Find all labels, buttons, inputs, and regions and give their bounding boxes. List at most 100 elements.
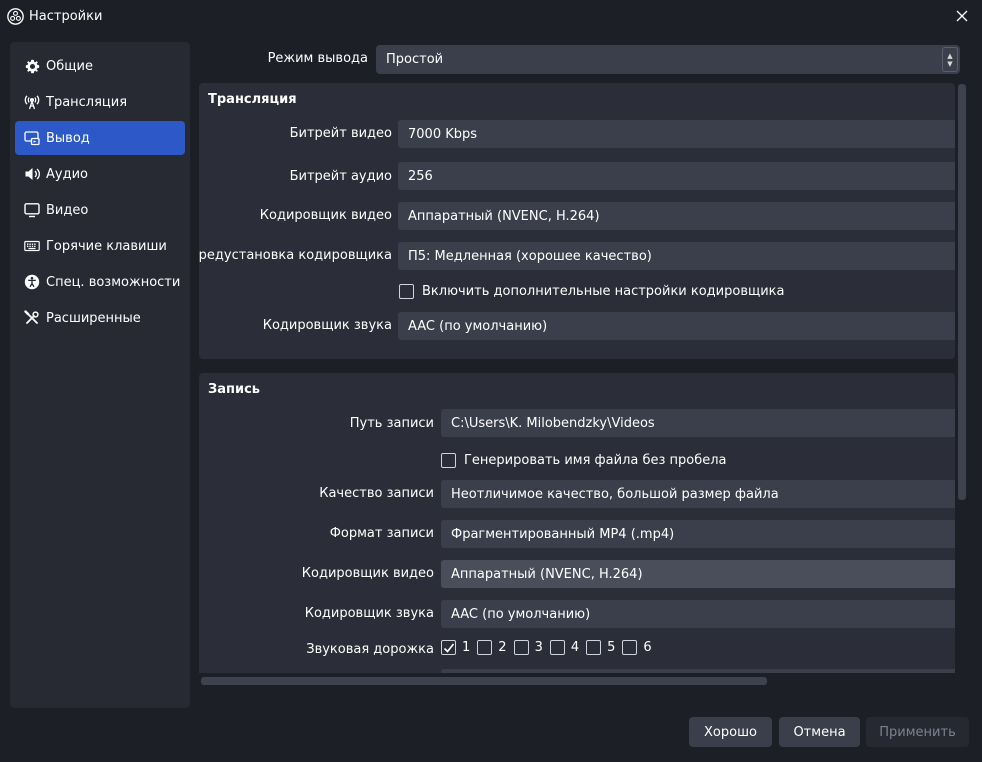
vertical-scrollbar-thumb[interactable] [958,84,966,500]
output-mode-select[interactable]: Простой ▲ ▼ [376,45,960,74]
checkbox-box[interactable] [399,284,414,299]
sidebar-item-label: Спец. возможности [46,274,181,290]
close-button[interactable] [952,6,972,26]
no-space-filename-checkbox[interactable]: Генерировать имя файла без пробела [441,453,727,468]
speaker-icon [24,166,40,182]
settings-sidebar: Общие Трансляция Вывод Аудио Видео Горяч… [10,42,190,708]
spin-arrows-icon: ▲ ▼ [942,47,958,72]
audio-encoder-value: AAC (по умолчанию) [408,318,548,334]
checkbox-box[interactable] [441,453,456,468]
recording-group: Запись Путь записи C:\Users\K. Milobendz… [199,373,955,673]
encoder-preset-label: Предустановка кодировщика [199,248,392,263]
audio-bitrate-value: 256 [408,168,433,184]
checkmark-icon [443,643,454,653]
recording-quality-select[interactable]: Неотличимое качество, большой размер фай… [441,480,955,508]
audio-track-5[interactable]: 5 [586,640,615,655]
antenna-icon [24,94,40,110]
sidebar-item-label: Горячие клавиши [46,238,167,254]
sidebar-item-output[interactable]: Вывод [15,121,185,155]
audio-track-6[interactable]: 6 [622,640,652,655]
recording-group-title: Запись [208,382,261,397]
recording-format-value: Фрагментированный MP4 (.mp4) [451,526,675,542]
horizontal-scrollbar-thumb[interactable] [201,677,767,685]
audio-track-checkboxes: 1 2 3 4 5 6 [441,640,659,655]
apply-button[interactable]: Применить [866,717,969,747]
sidebar-item-label: Видео [46,202,89,218]
checkbox-box[interactable] [477,640,493,655]
recording-audio-encoder-select[interactable]: AAC (по умолчанию) [441,600,955,628]
sidebar-item-label: Аудио [46,166,88,182]
audio-encoder-label: Кодировщик звука [262,318,392,333]
audio-track-1[interactable]: 1 [441,640,470,655]
keyboard-icon [24,238,40,254]
audio-track-number: 3 [534,640,543,655]
audio-track-2[interactable]: 2 [477,640,507,655]
title-bar: Настройки [0,0,982,32]
video-bitrate-field[interactable]: 7000 Kbps [398,120,955,148]
sidebar-item-advanced[interactable]: Расширенные [15,301,185,335]
advanced-encoder-label: Включить дополнительные настройки кодиро… [422,284,785,299]
recording-quality-label: Качество записи [319,486,434,501]
accessibility-icon [24,274,40,290]
recording-format-label: Формат записи [329,526,434,541]
sidebar-item-label: Трансляция [46,94,128,110]
streaming-group: Трансляция Битрейт видео 7000 Kbps Битре… [199,83,955,359]
next-setting-field[interactable] [441,669,955,673]
checkbox-box[interactable] [622,640,638,655]
audio-track-number: 6 [643,640,652,655]
horizontal-scrollbar[interactable] [200,676,956,686]
encoder-preset-value: П5: Медленная (хорошее качество) [408,248,652,264]
sidebar-item-video[interactable]: Видео [15,193,185,227]
audio-track-3[interactable]: 3 [513,640,543,655]
audio-track-number: 1 [462,640,471,655]
gear-icon [24,58,40,74]
recording-video-encoder-select[interactable]: Аппаратный (NVENC, H.264) [441,560,955,588]
recording-quality-value: Неотличимое качество, большой размер фай… [451,486,779,502]
recording-path-label: Путь записи [349,416,434,431]
audio-track-number: 4 [570,640,580,655]
video-bitrate-label: Битрейт видео [289,126,392,141]
checkbox-box[interactable] [549,640,565,655]
checkbox-box[interactable] [513,640,529,655]
no-space-filename-label: Генерировать имя файла без пробела [464,453,727,468]
encoder-preset-select[interactable]: П5: Медленная (хорошее качество) [398,242,955,270]
settings-scroll-area[interactable]: Трансляция Битрейт видео 7000 Kbps Битре… [199,83,955,673]
audio-bitrate-label: Битрейт аудио [289,169,392,184]
checkbox-box[interactable] [586,640,602,655]
recording-audio-encoder-label: Кодировщик звука [304,606,434,621]
sidebar-item-audio[interactable]: Аудио [15,157,185,191]
recording-path-field[interactable]: C:\Users\K. Milobendzky\Videos [441,409,955,437]
sidebar-item-hotkeys[interactable]: Горячие клавиши [15,229,185,263]
audio-bitrate-select[interactable]: 256 [398,162,955,190]
video-encoder-select[interactable]: Аппаратный (NVENC, H.264) [398,202,955,230]
sidebar-item-label: Вывод [46,130,90,146]
sidebar-item-label: Общие [46,58,93,74]
advanced-encoder-checkbox[interactable]: Включить дополнительные настройки кодиро… [399,284,785,299]
video-encoder-label: Кодировщик видео [259,208,392,223]
checkbox-box[interactable] [441,640,456,655]
vertical-scrollbar[interactable] [957,83,967,673]
streaming-group-title: Трансляция [208,92,297,107]
output-mode-value: Простой [386,52,444,67]
sidebar-item-general[interactable]: Общие [15,49,185,83]
audio-track-number: 5 [607,640,616,655]
audio-track-label: Звуковая дорожка [306,642,434,657]
wrench-screwdriver-icon [24,310,40,326]
recording-video-encoder-value: Аппаратный (NVENC, H.264) [451,566,643,582]
recording-format-select[interactable]: Фрагментированный MP4 (.mp4) [441,520,955,548]
cancel-button[interactable]: Отмена [779,717,860,747]
recording-path-value: C:\Users\K. Milobendzky\Videos [451,415,655,431]
video-bitrate-value: 7000 Kbps [408,126,478,142]
ok-button[interactable]: Хорошо [689,717,772,747]
audio-track-4[interactable]: 4 [549,640,580,655]
sidebar-item-accessibility[interactable]: Спец. возможности [15,265,185,299]
output-mode-row: Режим вывода Простой ▲ ▼ [200,44,960,74]
recording-video-encoder-label: Кодировщик видео [301,566,434,581]
recording-audio-encoder-value: AAC (по умолчанию) [451,606,591,622]
close-icon [956,10,968,22]
video-encoder-value: Аппаратный (NVENC, H.264) [408,208,600,224]
audio-encoder-select[interactable]: AAC (по умолчанию) [398,312,955,340]
sidebar-item-stream[interactable]: Трансляция [15,85,185,119]
sidebar-item-label: Расширенные [46,310,141,326]
output-mode-label: Режим вывода [267,51,368,66]
